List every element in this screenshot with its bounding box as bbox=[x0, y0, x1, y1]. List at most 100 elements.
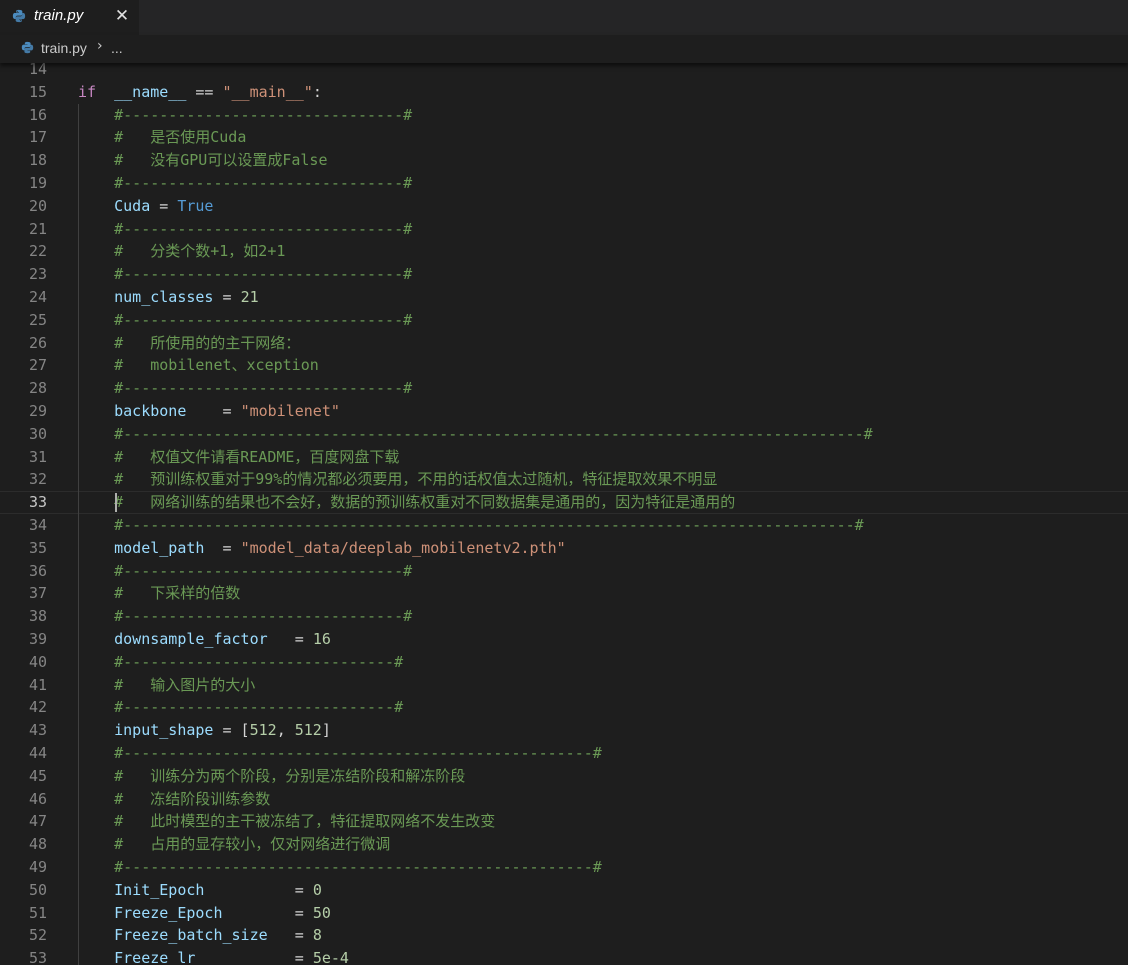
line-code: #---------------------------------------… bbox=[78, 856, 602, 879]
code-token: 50 bbox=[312, 903, 331, 922]
code-token: #---------------------------------------… bbox=[114, 744, 602, 762]
code-line[interactable]: 37 # 下采样的倍数 bbox=[0, 582, 1128, 606]
code-line[interactable]: 47 # 此时模型的主干被冻结了，特征提取网络不发生改变 bbox=[0, 810, 1128, 834]
code-line[interactable]: 15 if __name__ == "__main__": bbox=[0, 81, 1128, 104]
code-line[interactable]: 52 Freeze_batch_size = 8 bbox=[0, 924, 1128, 948]
code-token: # mobilenet、xception bbox=[114, 356, 319, 375]
code-line[interactable]: 51 Freeze_Epoch = 50 bbox=[0, 901, 1128, 925]
code-line[interactable]: 17 # 是否使用Cuda bbox=[0, 126, 1128, 150]
code-line[interactable]: 53 Freeze_lr = 5e-4 bbox=[0, 947, 1128, 965]
breadcrumb-file[interactable]: train.py bbox=[41, 40, 87, 56]
code-editor[interactable]: 14 15 if __name__ == "__main__": 16 #------… bbox=[0, 58, 1128, 965]
code-token: backbone bbox=[114, 402, 187, 420]
line-code: #-------------------------------# bbox=[78, 263, 412, 286]
code-token: == bbox=[186, 82, 223, 101]
line-number: 38 bbox=[28, 607, 47, 626]
code-line[interactable]: 43 input_shape = [512, 512] bbox=[0, 719, 1128, 742]
line-number: 46 bbox=[28, 789, 47, 808]
line-number: 49 bbox=[28, 858, 47, 876]
code-line[interactable]: 42 #------------------------------# bbox=[0, 696, 1128, 720]
code-line[interactable]: 16 #-------------------------------# bbox=[0, 103, 1128, 127]
code-line[interactable]: 23 #-------------------------------# bbox=[0, 263, 1128, 286]
code-token: #-------------------------------# bbox=[114, 561, 413, 580]
close-icon[interactable]: ✕ bbox=[114, 5, 130, 27]
code-token: "__main__" bbox=[222, 82, 313, 101]
code-line[interactable]: 34 #------------------------------------… bbox=[0, 514, 1128, 537]
code-line[interactable]: 48 # 占用的显存较小，仅对网络进行微调 bbox=[0, 833, 1128, 856]
code-token: Freeze_lr bbox=[114, 949, 196, 965]
code-token: if bbox=[78, 82, 97, 101]
code-token: : bbox=[312, 82, 322, 101]
code-line[interactable]: 39 downsample_factor = 16 bbox=[0, 628, 1128, 651]
line-number: 25 bbox=[28, 310, 47, 329]
code-token: #---------------------------------------… bbox=[114, 424, 873, 443]
line-number: 50 bbox=[28, 880, 47, 899]
code-token: 512 bbox=[294, 721, 322, 740]
line-code: Freeze_batch_size = 8 bbox=[78, 924, 322, 947]
code-line[interactable]: 38 #-------------------------------# bbox=[0, 605, 1128, 628]
line-code: #-------------------------------# bbox=[78, 218, 412, 241]
line-code: # 所使用的的主干网络： bbox=[78, 332, 300, 355]
code-token: # 是否使用Cuda bbox=[114, 128, 247, 147]
code-line[interactable]: 31 # 权值文件请看README，百度网盘下载 bbox=[0, 445, 1128, 469]
code-line[interactable]: 45 # 训练分为两个阶段，分别是冻结阶段和解冻阶段 bbox=[0, 764, 1128, 788]
code-line[interactable]: 50 Init_Epoch = 0 bbox=[0, 878, 1128, 902]
code-line[interactable]: 26 # 所使用的的主干网络： bbox=[0, 331, 1128, 355]
line-code: downsample_factor = 16 bbox=[78, 628, 331, 651]
code-token: "mobilenet" bbox=[240, 402, 340, 420]
line-code: Init_Epoch = 0 bbox=[78, 879, 322, 902]
line-code: Freeze_Epoch = 50 bbox=[78, 902, 331, 925]
line-code: # 分类个数+1，如2+1 bbox=[78, 240, 285, 263]
code-line[interactable]: 46 # 冻结阶段训练参数 bbox=[0, 787, 1128, 811]
code-line[interactable]: 22 # 分类个数+1，如2+1 bbox=[0, 240, 1128, 264]
code-line[interactable]: 19 #-------------------------------# bbox=[0, 172, 1128, 195]
tab-bar: train.py ✕ bbox=[0, 0, 1128, 35]
code-token: # 冻结阶段训练参数 bbox=[114, 789, 271, 808]
line-number: 52 bbox=[28, 926, 47, 945]
line-number: 53 bbox=[28, 949, 47, 965]
code-line[interactable]: 25 #-------------------------------# bbox=[0, 308, 1128, 332]
line-code: #-------------------------------# bbox=[78, 560, 412, 583]
line-number: 18 bbox=[28, 151, 47, 170]
code-line[interactable]: 28 #-------------------------------# bbox=[0, 377, 1128, 400]
line-number: 37 bbox=[28, 584, 47, 603]
line-code: # 权值文件请看README，百度网盘下载 bbox=[78, 446, 399, 469]
line-number: 21 bbox=[28, 219, 47, 238]
line-number: 44 bbox=[28, 744, 47, 762]
code-token: # 下采样的倍数 bbox=[114, 584, 241, 603]
line-number: 40 bbox=[28, 652, 47, 671]
code-token: Init_Epoch bbox=[114, 880, 205, 899]
code-line[interactable]: 21 #-------------------------------# bbox=[0, 217, 1128, 241]
line-number: 31 bbox=[28, 447, 47, 466]
tab-title: train.py bbox=[34, 7, 84, 24]
code-line[interactable]: 36 #-------------------------------# bbox=[0, 559, 1128, 583]
code-line[interactable]: 33 # 网络训练的结果也不会好，数据的预训练权重对不同数据集是通用的，因为特征… bbox=[0, 491, 1128, 514]
code-token: # 所使用的的主干网络： bbox=[114, 333, 301, 352]
code-line[interactable]: 44 #------------------------------------… bbox=[0, 742, 1128, 765]
code-line[interactable]: 49 #------------------------------------… bbox=[0, 856, 1128, 879]
line-number: 34 bbox=[28, 516, 47, 534]
code-line[interactable]: 32 # 预训练权重对于99%的情况都必须要用，不用的话权值太过随机，特征提取效… bbox=[0, 468, 1128, 492]
code-line[interactable]: 41 # 输入图片的大小 bbox=[0, 673, 1128, 697]
code-token: # 占用的显存较小，仅对网络进行微调 bbox=[114, 835, 391, 854]
line-number: 17 bbox=[28, 128, 47, 147]
line-code: # 网络训练的结果也不会好，数据的预训练权重对不同数据集是通用的，因为特征是通用… bbox=[78, 491, 735, 514]
code-line[interactable]: 20 Cuda = True bbox=[0, 194, 1128, 218]
line-number: 27 bbox=[28, 356, 47, 375]
code-line[interactable]: 29 backbone = "mobilenet" bbox=[0, 400, 1128, 423]
code-line[interactable]: 30 #------------------------------------… bbox=[0, 422, 1128, 446]
breadcrumb-symbols[interactable]: ... bbox=[111, 40, 123, 56]
line-code: #------------------------------# bbox=[78, 696, 403, 719]
editor-tab-train-py[interactable]: train.py ✕ bbox=[0, 0, 139, 35]
code-line[interactable]: 18 # 没有GPU可以设置成False bbox=[0, 149, 1128, 172]
code-line[interactable]: 40 #------------------------------# bbox=[0, 650, 1128, 674]
line-code: Freeze_lr = 5e-4 bbox=[78, 947, 349, 965]
code-token: #-------------------------------# bbox=[114, 219, 413, 238]
code-line[interactable]: 24 num_classes = 21 bbox=[0, 286, 1128, 309]
code-line[interactable]: 35 model_path = "model_data/deeplab_mobi… bbox=[0, 536, 1128, 560]
line-code: input_shape = [512, 512] bbox=[78, 719, 331, 742]
code-token: # 网络训练的结果也不会好，数据的预训练权重对不同数据集是通用的，因为特征是通用… bbox=[114, 493, 736, 512]
line-code: backbone = "mobilenet" bbox=[78, 400, 340, 423]
code-line[interactable]: 27 # mobilenet、xception bbox=[0, 354, 1128, 378]
